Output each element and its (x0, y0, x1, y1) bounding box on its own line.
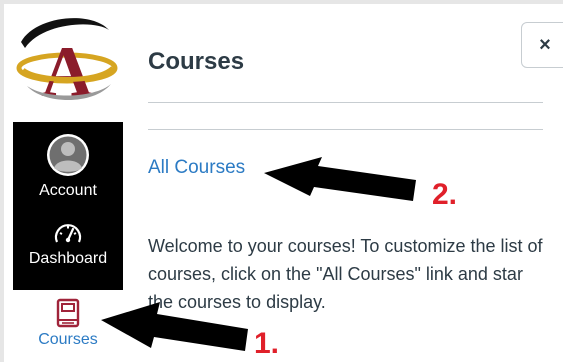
sidebar-item-account[interactable]: Account (13, 128, 123, 208)
logo-letter: A (41, 32, 93, 112)
divider (148, 102, 543, 103)
close-tray-button[interactable]: × (521, 22, 563, 68)
welcome-text: Welcome to your courses! To customize th… (148, 236, 543, 312)
sidebar-item-label: Courses (38, 331, 98, 348)
user-avatar-icon (47, 134, 89, 176)
sidebar-item-courses[interactable]: Courses (13, 290, 123, 362)
global-nav-sidebar: A Account Dashboard Courses (13, 4, 123, 362)
tray-title: Courses (148, 48, 245, 75)
arrow-icon (264, 157, 416, 201)
nav-dark-section: Account Dashboard (13, 122, 123, 290)
all-courses-link[interactable]: All Courses (148, 157, 245, 179)
sidebar-item-label: Account (39, 182, 97, 199)
divider (148, 129, 543, 130)
step-2-label: 2. (432, 178, 458, 211)
step-1-label: 1. (254, 327, 280, 360)
sidebar-item-dashboard[interactable]: Dashboard (13, 214, 123, 284)
sidebar-item-label: Dashboard (28, 250, 108, 267)
app-frame: A Account Dashboard Courses Courses × Al… (4, 4, 563, 362)
logo-a-icon: A (16, 18, 118, 112)
speedometer-icon (54, 224, 82, 243)
institution-logo[interactable]: A (13, 8, 123, 122)
book-icon (56, 298, 80, 328)
